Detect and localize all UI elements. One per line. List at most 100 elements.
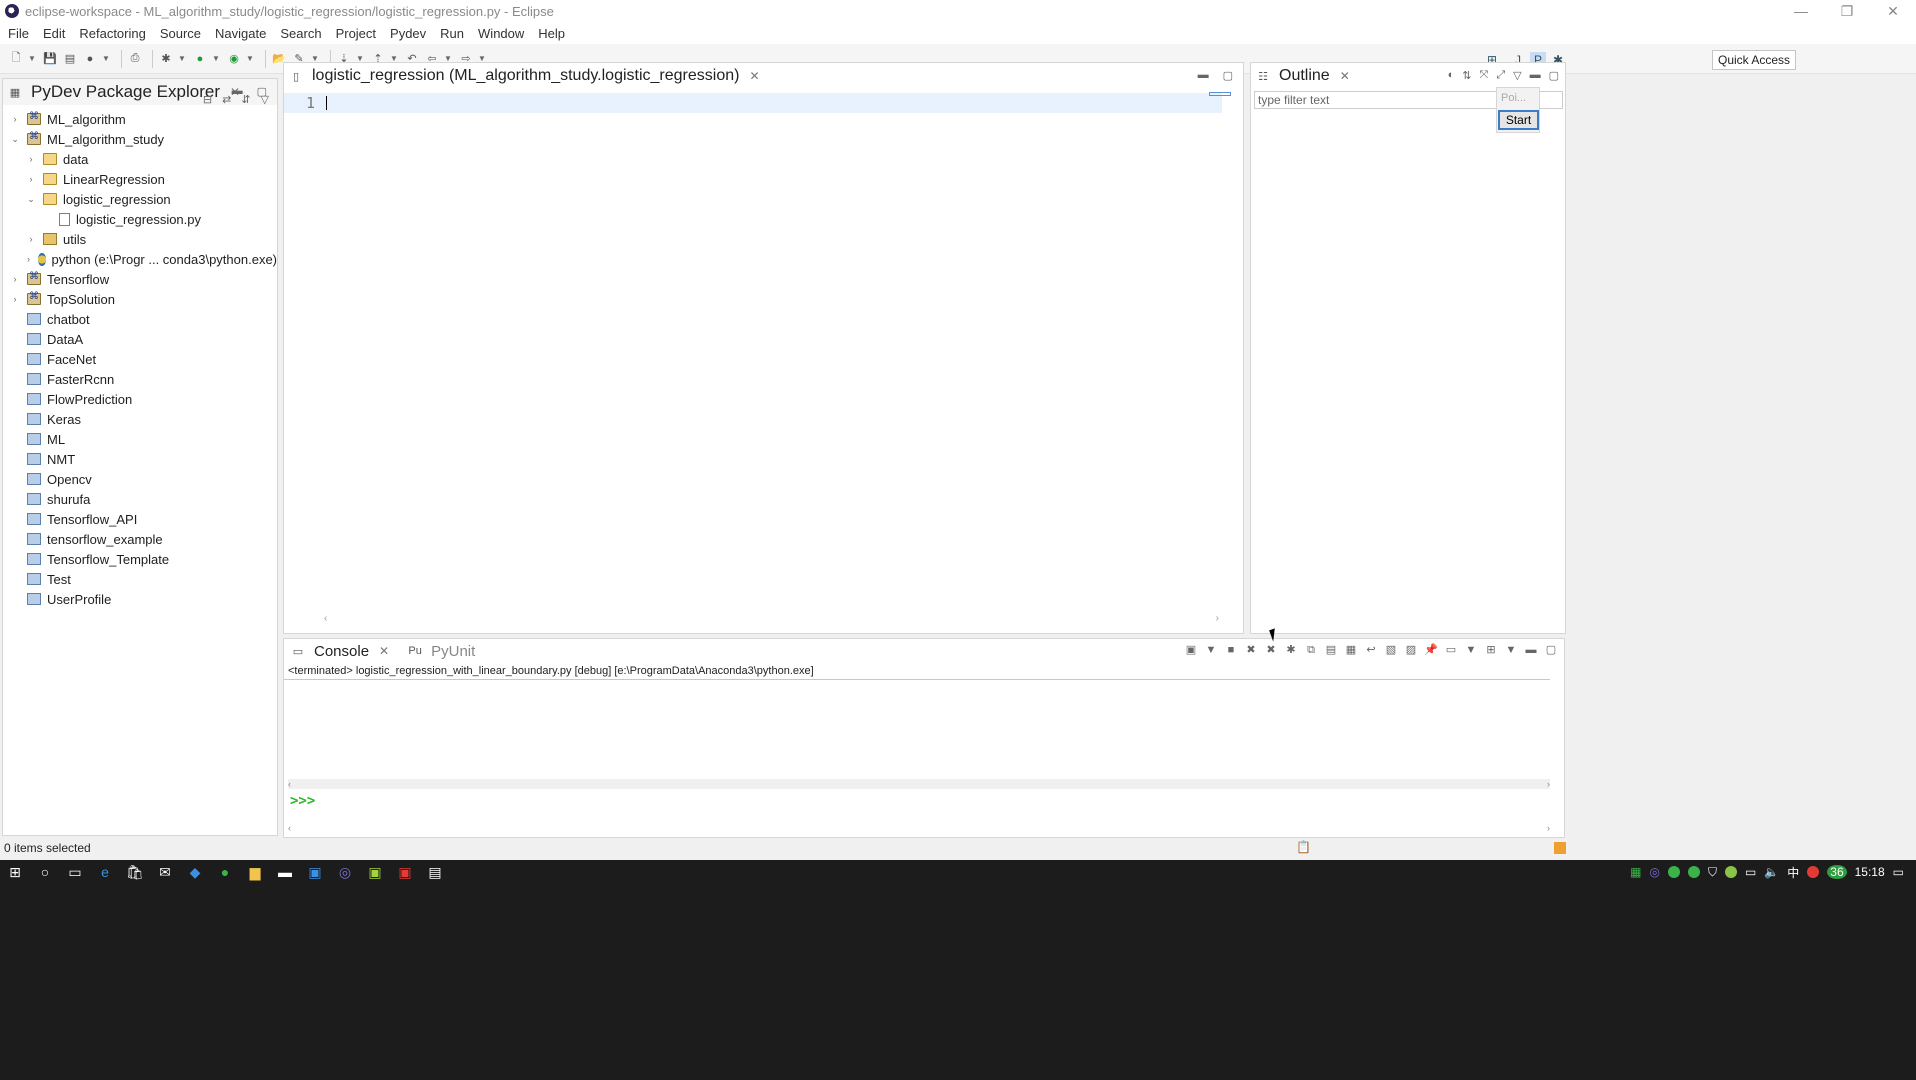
user-icon[interactable]: ●: [82, 51, 98, 67]
chevron-down-icon[interactable]: ▼: [246, 51, 254, 67]
chevron-down-icon[interactable]: ▼: [28, 51, 36, 67]
ime-indicator[interactable]: 中: [1787, 864, 1799, 881]
clear-console-icon[interactable]: ▤: [1324, 643, 1338, 657]
tab-pyunit[interactable]: Pu PyUnit: [401, 643, 475, 660]
chevron-right-icon[interactable]: ›: [9, 274, 21, 284]
chevron-right-icon[interactable]: ›: [25, 254, 32, 264]
tray-clock[interactable]: 15:18: [1855, 865, 1885, 879]
new-console-icon[interactable]: ⊞: [1484, 643, 1498, 657]
app-icon[interactable]: ▣: [300, 864, 330, 881]
tree-item[interactable]: Opencv: [3, 469, 277, 489]
wechat-tray-icon[interactable]: [1667, 866, 1680, 878]
menu-refactoring[interactable]: Refactoring: [79, 26, 145, 41]
quick-access-field[interactable]: Quick Access: [1712, 50, 1797, 70]
store-icon[interactable]: 🛍: [120, 864, 150, 881]
scroll-left-icon[interactable]: ‹: [324, 613, 327, 625]
pycharm-icon[interactable]: ▣: [360, 864, 390, 881]
maximize-icon[interactable]: ▢: [1544, 643, 1558, 657]
collapse-icon[interactable]: ⤧: [1480, 69, 1489, 82]
task-view-icon[interactable]: ▭: [60, 864, 90, 881]
scroll-lock-icon[interactable]: ▦: [1344, 643, 1358, 657]
minimize-icon[interactable]: ▬: [1524, 643, 1538, 657]
run-icon[interactable]: ●: [192, 51, 208, 67]
tree-item[interactable]: Keras: [3, 409, 277, 429]
menu-project[interactable]: Project: [336, 26, 376, 41]
save-all-icon[interactable]: ▤: [62, 51, 78, 67]
editor-horizontal-scrollbar[interactable]: ‹ ›: [324, 613, 1219, 625]
tree-item[interactable]: FlowPrediction: [3, 389, 277, 409]
terminal-icon[interactable]: ▬: [270, 864, 300, 880]
debug-icon[interactable]: ✱: [158, 51, 174, 67]
notification-badge[interactable]: 36: [1827, 865, 1847, 879]
menu-navigate[interactable]: Navigate: [215, 26, 266, 41]
scroll-right-icon[interactable]: ›: [1547, 779, 1550, 789]
tree-item[interactable]: logistic_regression.py: [3, 209, 277, 229]
recorder-icon[interactable]: ▣: [390, 864, 420, 881]
menu-pydev[interactable]: Pydev: [390, 26, 426, 41]
action-center-icon[interactable]: ▭: [1893, 865, 1904, 879]
tree-item[interactable]: tensorflow_example: [3, 529, 277, 549]
chevron-right-icon[interactable]: ›: [9, 114, 21, 124]
show-on-error-icon[interactable]: ▨: [1404, 643, 1418, 657]
scroll-left-icon[interactable]: ‹: [288, 823, 291, 833]
tree-item[interactable]: FaceNet: [3, 349, 277, 369]
link-editor-icon[interactable]: ⇄: [222, 93, 231, 106]
menu-window[interactable]: Window: [478, 26, 524, 41]
outline-title[interactable]: Outline: [1279, 67, 1330, 85]
menu-source[interactable]: Source: [160, 26, 201, 41]
menu-help[interactable]: Help: [538, 26, 565, 41]
tree-item[interactable]: FasterRcnn: [3, 369, 277, 389]
view-menu-icon[interactable]: ▽: [261, 93, 269, 106]
tray-app-icon[interactable]: ▦: [1630, 865, 1641, 879]
sort-icon[interactable]: ⇅: [1462, 69, 1471, 82]
chevron-down-icon[interactable]: ▼: [1464, 643, 1478, 657]
status-clipboard-icon[interactable]: 📋: [1296, 840, 1311, 854]
close-icon[interactable]: ✕: [1340, 69, 1350, 83]
console-input-scrollbar[interactable]: ‹ ›: [288, 823, 1550, 833]
chevron-down-icon[interactable]: ▼: [1204, 643, 1218, 657]
chevron-down-icon[interactable]: ▼: [102, 51, 110, 67]
chevron-right-icon[interactable]: ›: [25, 174, 37, 184]
word-wrap-icon[interactable]: ↩: [1364, 643, 1378, 657]
show-on-output-icon[interactable]: ▧: [1384, 643, 1398, 657]
chevron-down-icon[interactable]: ▼: [178, 51, 186, 67]
chat-tray-icon[interactable]: [1687, 866, 1700, 878]
windows-start-icon[interactable]: ⊞: [0, 864, 30, 881]
menu-run[interactable]: Run: [440, 26, 464, 41]
minimize-button[interactable]: —: [1778, 0, 1824, 22]
tree-item[interactable]: › python (e:\Progr ... conda3\python.exe): [3, 249, 277, 269]
scroll-right-icon[interactable]: ›: [1547, 823, 1550, 833]
hide-icon[interactable]: ◐: [1448, 69, 1455, 82]
outline-filter-input[interactable]: type filter text: [1254, 91, 1504, 109]
mail-icon[interactable]: ✉: [150, 864, 180, 881]
wechat-icon[interactable]: ●: [210, 864, 240, 880]
current-line[interactable]: 1: [284, 93, 1222, 113]
rss-icon[interactable]: [1554, 842, 1566, 854]
pin-console-icon[interactable]: 📌: [1424, 643, 1438, 657]
chevron-down-icon[interactable]: ⌄: [9, 134, 21, 145]
filter-icon[interactable]: ⇵: [241, 93, 250, 106]
tree-item[interactable]: › utils: [3, 229, 277, 249]
tree-item[interactable]: chatbot: [3, 309, 277, 329]
collapse-all-icon[interactable]: ⊟: [203, 93, 212, 106]
sogou-icon[interactable]: [1807, 866, 1820, 878]
console-horizontal-scrollbar[interactable]: ‹ ›: [288, 779, 1550, 789]
minimize-icon[interactable]: ▬: [1530, 69, 1541, 82]
tree-item[interactable]: NMT: [3, 449, 277, 469]
new-icon[interactable]: 🗋: [8, 51, 24, 67]
security-tray-icon[interactable]: [1724, 866, 1737, 878]
editor-tab-title[interactable]: logistic_regression (ML_algorithm_study.…: [312, 67, 739, 85]
view-menu-icon[interactable]: ▽: [1513, 69, 1521, 82]
external-tools-icon[interactable]: ◉: [226, 51, 242, 67]
scroll-left-icon[interactable]: ‹: [288, 779, 291, 789]
maximize-button[interactable]: ❐: [1824, 0, 1870, 22]
scroll-right-icon[interactable]: ›: [1216, 613, 1219, 625]
start-button[interactable]: Start: [1498, 110, 1539, 130]
shield-icon[interactable]: ⛉: [1708, 865, 1717, 880]
display-console-icon[interactable]: ▭: [1444, 643, 1458, 657]
expand-icon[interactable]: ⤢: [1496, 69, 1505, 82]
tree-item[interactable]: DataA: [3, 329, 277, 349]
search-icon[interactable]: ○: [30, 864, 60, 880]
tree-item[interactable]: Tensorflow_Template: [3, 549, 277, 569]
overview-ruler-mark[interactable]: [1209, 92, 1231, 96]
